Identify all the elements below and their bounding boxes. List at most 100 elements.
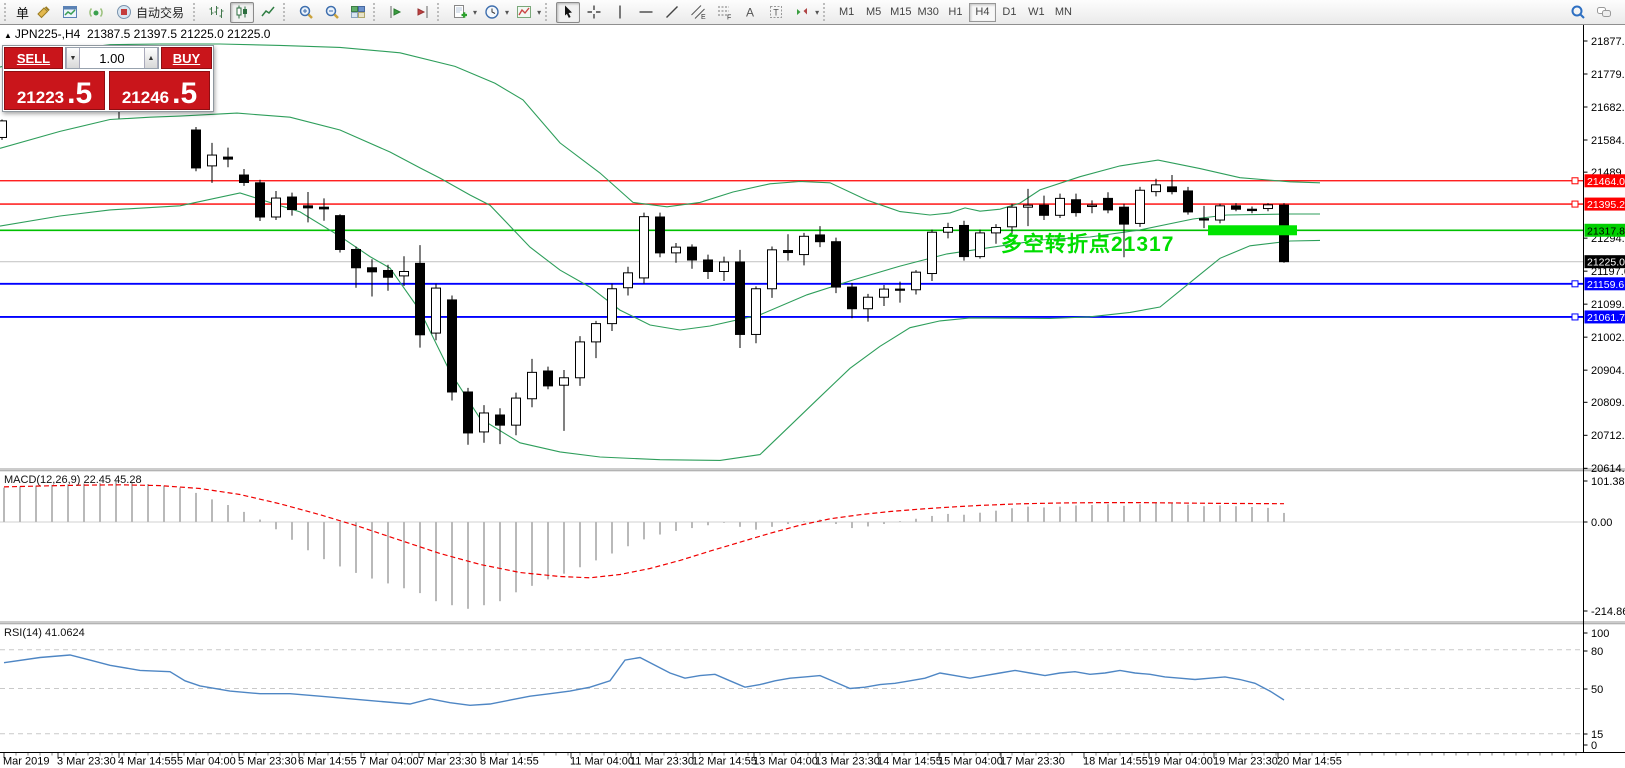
tf-h4[interactable]: H4: [969, 3, 996, 22]
buy-button[interactable]: BUY: [161, 47, 212, 69]
line-chart-button[interactable]: [256, 2, 280, 23]
volume-down-button[interactable]: ▼: [66, 48, 80, 68]
rsi-name: RSI(14): [4, 627, 42, 639]
rsi-axis-label: 100: [1591, 628, 1609, 640]
tf-w1[interactable]: W1: [1023, 3, 1050, 22]
candle: [480, 413, 489, 432]
indicators-button-dropdown[interactable]: ▾: [537, 8, 541, 17]
sell-price-main: 21223: [17, 83, 64, 113]
symbol-name: JPN225-,H4: [15, 27, 80, 41]
price-badge-label: 21317.8: [1587, 225, 1625, 237]
toolbar-group-handle[interactable]: [4, 3, 10, 21]
candle: [224, 157, 233, 159]
candle: [1264, 205, 1273, 209]
candle: [1040, 205, 1049, 215]
candle: [0, 121, 7, 138]
arrows-button[interactable]: [790, 2, 814, 23]
candle: [512, 398, 521, 425]
tile-windows-button[interactable]: [346, 2, 370, 23]
chat-button[interactable]: [1592, 2, 1616, 23]
text-label-button[interactable]: T: [764, 2, 788, 23]
periods-button[interactable]: [480, 2, 504, 23]
cursor-button[interactable]: [556, 2, 580, 23]
time-label: 7 Mar 23:30: [418, 756, 477, 768]
toolbar-group-handle[interactable]: [823, 3, 829, 21]
tf-m15[interactable]: M15: [887, 3, 914, 22]
time-label: 13 Mar 04:00: [753, 756, 818, 768]
toolbar-group-handle[interactable]: [373, 3, 379, 21]
volume-stepper: ▼ ▲: [65, 47, 159, 69]
candle: [640, 217, 649, 278]
time-label: 4 Mar 14:55: [118, 756, 177, 768]
axis-tick-label: 21099.5: [1591, 299, 1625, 311]
candle: [1136, 190, 1145, 223]
search-button[interactable]: [1566, 2, 1590, 23]
tf-d1[interactable]: D1: [996, 3, 1023, 22]
price-chart: 21877.021779.521682.021584.521489.521294…: [0, 0, 1625, 768]
line-end-marker[interactable]: [1572, 201, 1578, 207]
volume-input[interactable]: [80, 48, 144, 68]
toolbar-right: [1565, 2, 1625, 23]
time-label: 7 Mar 04:00: [360, 756, 419, 768]
candle: [928, 232, 937, 273]
candle: [240, 175, 249, 182]
volume-up-button[interactable]: ▲: [144, 48, 158, 68]
chart-title: ▲JPN225-,H4 21387.5 21397.5 21225.0 2122…: [4, 27, 270, 41]
new-order-button[interactable]: [448, 2, 472, 23]
horizontal-line-button[interactable]: [634, 2, 658, 23]
trendline-button[interactable]: [660, 2, 684, 23]
buy-price[interactable]: 21246 .5: [109, 71, 210, 110]
vertical-line-button[interactable]: [608, 2, 632, 23]
line-end-marker[interactable]: [1572, 178, 1578, 184]
chart-window-icon[interactable]: [58, 2, 82, 23]
text-button[interactable]: A: [738, 2, 762, 23]
tf-mn[interactable]: MN: [1050, 3, 1077, 22]
line-end-marker[interactable]: [1572, 314, 1578, 320]
candle: [1088, 205, 1097, 206]
signal-icon[interactable]: [84, 2, 108, 23]
chart-annotation-text: 多空转折点21317: [1001, 228, 1174, 258]
auto-scroll-button[interactable]: [384, 2, 408, 23]
channel-button[interactable]: E: [686, 2, 710, 23]
candle: [800, 236, 809, 254]
time-label: 11 Mar 04:00: [570, 756, 634, 768]
time-label: 19 Mar 23:30: [1213, 756, 1278, 768]
tf-m30[interactable]: M30: [915, 3, 942, 22]
tf-m5[interactable]: M5: [860, 3, 887, 22]
svg-text:T: T: [773, 8, 779, 18]
line-end-marker[interactable]: [1572, 281, 1578, 287]
candle: [304, 206, 313, 208]
bar-chart-button[interactable]: [204, 2, 228, 23]
zoom-in-button[interactable]: [294, 2, 318, 23]
indicators-button[interactable]: [512, 2, 536, 23]
zoom-out-button[interactable]: [320, 2, 344, 23]
autotrading-button[interactable]: 自动交易: [110, 2, 190, 23]
macd-indicator-label: MACD(12,26,9) 22.45 45.28: [4, 474, 142, 486]
tf-h1[interactable]: H1: [942, 3, 969, 22]
tf-m1[interactable]: M1: [833, 3, 860, 22]
chart-shift-button[interactable]: [410, 2, 434, 23]
toolbar-group-handle[interactable]: [545, 3, 551, 21]
crosshair-button[interactable]: [582, 2, 606, 23]
sell-button[interactable]: SELL: [4, 47, 63, 69]
fibonacci-button[interactable]: F: [712, 2, 736, 23]
candle: [208, 155, 217, 166]
toolbar-group-handle[interactable]: [193, 3, 199, 21]
toolbar-group-handle[interactable]: [437, 3, 443, 21]
rsi-axis-label: 50: [1591, 684, 1603, 696]
candle: [288, 197, 297, 210]
toolbar-group-handle[interactable]: [283, 3, 289, 21]
arrows-button-dropdown[interactable]: ▾: [815, 8, 819, 17]
new-order-icon[interactable]: [32, 2, 56, 23]
periods-button-dropdown[interactable]: ▾: [505, 8, 509, 17]
candle: [320, 207, 329, 209]
candle: [1072, 200, 1081, 213]
time-label: 20 Mar 14:55: [1277, 756, 1342, 768]
sell-price[interactable]: 21223 .5: [4, 71, 105, 110]
candle: [960, 225, 969, 256]
candle: [688, 247, 697, 260]
candlestick-button[interactable]: [230, 2, 254, 23]
candle: [1232, 206, 1241, 209]
new-order-button-dropdown[interactable]: ▾: [473, 8, 477, 17]
turning-point-highlight: [1208, 225, 1297, 235]
